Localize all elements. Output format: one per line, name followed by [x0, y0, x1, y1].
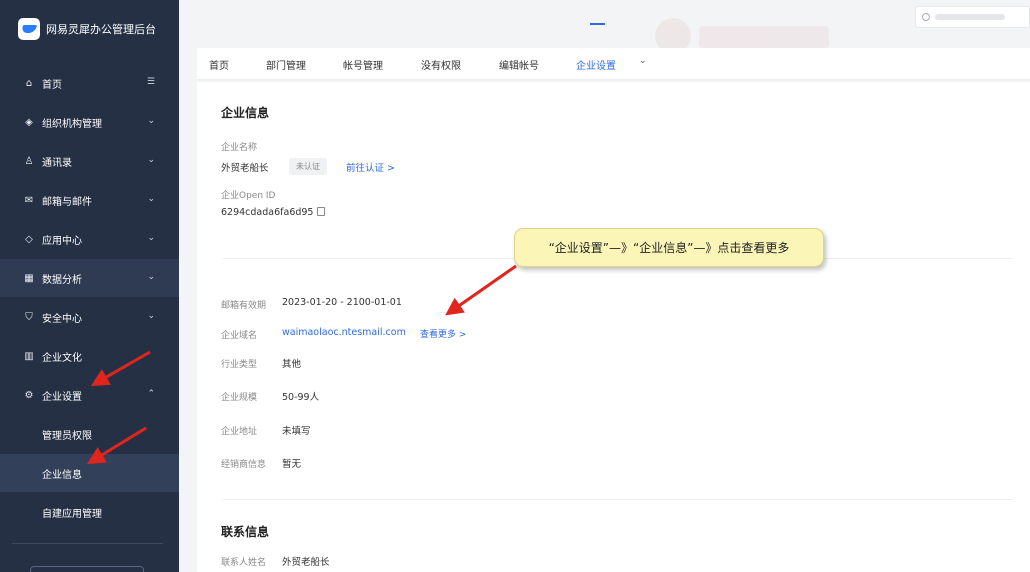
chevron-down-icon: ⌄	[147, 155, 155, 165]
home-icon: ⌂	[25, 77, 33, 89]
chevron-down-icon: ⌄	[147, 233, 155, 243]
copy-icon[interactable]	[315, 207, 325, 219]
gear-icon: ⚙	[24, 389, 34, 401]
dealer-info-value: 暂无	[282, 459, 302, 470]
sidebar-item-label: 管理员权限	[42, 430, 92, 442]
company-scale-label: 企业规模	[221, 393, 258, 403]
sidebar-item-label: 企业信息	[42, 469, 82, 481]
industry-label: 行业类型	[221, 360, 258, 370]
company-info-title: 企业信息	[221, 106, 270, 120]
tab-company-settings[interactable]: 企业设置	[576, 57, 616, 72]
dealer-info-label: 经销商信息	[221, 460, 267, 470]
annotation-callout: “企业设置”—》“企业信息”—》点击查看更多	[514, 228, 824, 267]
tab-home[interactable]: 首页	[209, 57, 229, 72]
search-icon	[922, 13, 930, 21]
contact-name-value: 外贸老船长	[282, 557, 330, 568]
contact-name-label: 联系人姓名	[221, 558, 267, 568]
culture-icon: ▥	[24, 350, 34, 362]
sidebar-item-settings[interactable]: ⚙ 企业设置 ⌃	[0, 376, 179, 414]
sidebar-subitem-custom-apps[interactable]: 自建应用管理	[0, 493, 179, 531]
industry-value: 其他	[282, 359, 302, 370]
tab-bar: 首页 部门管理 帐号管理 没有权限 编辑帐号 企业设置 ⌄	[197, 48, 1030, 80]
sidebar-item-label: 组织机构管理	[42, 118, 102, 130]
tab-department[interactable]: 部门管理	[266, 57, 306, 72]
chevron-up-icon: ⌃	[147, 389, 155, 399]
chart-icon: ▦	[24, 272, 34, 284]
chevron-down-icon: ⌄	[147, 194, 155, 204]
sidebar-item-home[interactable]: ⌂ 首页 ☰	[0, 64, 179, 102]
go-certify-link[interactable]: 前往认证 >	[346, 160, 395, 174]
sidebar-item-culture[interactable]: ▥ 企业文化	[0, 337, 179, 375]
certification-badge: 未认证	[289, 158, 327, 175]
tab-no-permission[interactable]: 没有权限	[421, 57, 461, 72]
sidebar-item-analytics[interactable]: ▦ 数据分析 ⌄	[0, 259, 179, 297]
brand[interactable]: 网易灵犀办公管理后台	[18, 17, 156, 41]
sidebar-item-label: 首页	[42, 79, 62, 91]
section-divider	[223, 499, 1013, 500]
tabs-more-chevron-icon[interactable]: ⌄	[639, 56, 647, 66]
active-tab-indicator	[590, 23, 605, 25]
openid-label: 企业Open ID	[221, 191, 276, 201]
sidebar-item-label: 邮箱与邮件	[42, 196, 92, 208]
sidebar-bottom-button[interactable]	[30, 566, 144, 572]
sidebar-divider	[12, 543, 163, 544]
contacts-icon: ♙	[24, 155, 34, 167]
app-logo	[18, 18, 40, 40]
mailbox-validity-value: 2023-01-20 - 2100-01-01	[282, 297, 402, 308]
view-more-link[interactable]: 查看更多 >	[420, 327, 466, 340]
sidebar-item-label: 应用中心	[42, 235, 82, 247]
shield-icon: ⛉	[25, 311, 33, 323]
search-placeholder-blurred	[935, 14, 1005, 20]
sidebar-item-contacts[interactable]: ♙ 通讯录 ⌄	[0, 142, 179, 180]
main-content: 企业信息 企业名称 外贸老船长 未认证 前往认证 > 企业Open ID 629…	[197, 82, 1030, 572]
collapse-menu-icon[interactable]: ☰	[147, 77, 155, 87]
openid-value: 6294cdada6fa6d95	[221, 207, 314, 218]
chevron-down-icon: ⌄	[147, 311, 155, 321]
sidebar-item-label: 自建应用管理	[42, 508, 102, 520]
sidebar-subitem-admin-permissions[interactable]: 管理员权限	[0, 415, 179, 453]
sidebar-item-label: 安全中心	[42, 313, 82, 325]
sidebar-item-label: 企业设置	[42, 391, 82, 403]
sidebar: 网易灵犀办公管理后台 ⌂ 首页 ☰ ◈ 组织机构管理 ⌄ ♙ 通讯录 ⌄ ✉ 邮…	[0, 0, 179, 572]
mailbox-validity-label: 邮箱有效期	[221, 301, 267, 311]
company-domain-value: waimaolaoc.ntesmail.com	[282, 327, 406, 338]
sidebar-item-label: 数据分析	[42, 274, 82, 286]
sidebar-subitem-company-info[interactable]: 企业信息	[0, 454, 179, 492]
topbar	[179, 0, 1030, 40]
chevron-down-icon: ⌄	[147, 272, 155, 282]
company-address-value: 未填写	[282, 426, 311, 437]
company-name-value: 外贸老船长	[221, 163, 269, 174]
apps-icon: ◇	[25, 233, 33, 245]
sidebar-item-apps[interactable]: ◇ 应用中心 ⌄	[0, 220, 179, 258]
app-title: 网易灵犀办公管理后台	[46, 23, 156, 36]
sidebar-item-label: 企业文化	[42, 352, 82, 364]
contact-info-title: 联系信息	[221, 525, 270, 539]
chevron-down-icon: ⌄	[147, 116, 155, 126]
layers-icon: ◈	[25, 116, 33, 128]
search-box[interactable]	[915, 6, 1030, 28]
mail-icon: ✉	[24, 194, 34, 206]
company-name-label: 企业名称	[221, 143, 258, 153]
tab-edit-account[interactable]: 编辑帐号	[499, 57, 539, 72]
sidebar-item-label: 通讯录	[42, 157, 72, 169]
company-scale-value: 50-99人	[282, 392, 320, 403]
sidebar-item-mail[interactable]: ✉ 邮箱与邮件 ⌄	[0, 181, 179, 219]
tab-accounts[interactable]: 帐号管理	[343, 57, 383, 72]
sidebar-item-security[interactable]: ⛉ 安全中心 ⌄	[0, 298, 179, 336]
company-domain-label: 企业域名	[221, 331, 258, 341]
company-address-label: 企业地址	[221, 427, 258, 437]
sidebar-item-org[interactable]: ◈ 组织机构管理 ⌄	[0, 103, 179, 141]
